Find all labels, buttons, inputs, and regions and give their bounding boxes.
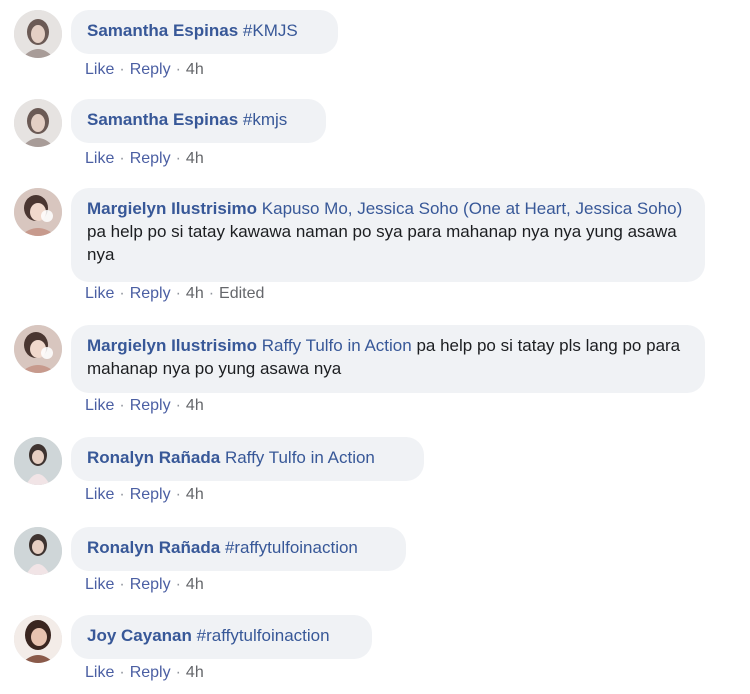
like-button[interactable]: Like [85,397,114,414]
comment-mention[interactable]: #KMJS [243,21,298,40]
edited-label[interactable]: Edited [219,285,264,302]
comment-author[interactable]: Joy Cayanan [87,626,192,645]
avatar[interactable] [14,615,62,663]
like-button[interactable]: Like [85,576,114,593]
comment-timestamp[interactable]: 4h [186,150,204,167]
like-button[interactable]: Like [85,486,114,503]
comment-timestamp[interactable]: 4h [186,486,204,503]
avatar[interactable] [14,99,62,147]
comment-timestamp[interactable]: 4h [186,285,204,302]
comment-bubble: Ronalyn Rañada #raffytulfoinaction [71,527,406,571]
like-button[interactable]: Like [85,285,114,302]
like-button[interactable]: Like [85,664,114,681]
reply-button[interactable]: Reply [130,486,171,503]
comment-mention[interactable]: Raffy Tulfo in Action [262,336,412,355]
comment-mention[interactable]: #kmjs [243,110,287,129]
comment-actions: Like · Reply · 4h [85,150,204,167]
comment-bubble: Samantha Espinas #KMJS [71,10,338,54]
reply-button[interactable]: Reply [130,397,171,414]
avatar[interactable] [14,437,62,485]
avatar-photo-icon [14,615,62,663]
comment-text: pa help po si tatay kawawa naman po sya … [87,222,677,264]
comment-mention[interactable]: #raffytulfoinaction [225,538,358,557]
reply-button[interactable]: Reply [130,664,171,681]
avatar[interactable] [14,527,62,575]
comment-timestamp[interactable]: 4h [186,576,204,593]
reply-button[interactable]: Reply [130,576,171,593]
avatar[interactable] [14,325,62,373]
like-button[interactable]: Like [85,61,114,78]
comment-author[interactable]: Margielyn Ilustrisimo [87,199,257,218]
comment-actions: Like · Reply · 4h [85,397,204,414]
comment-timestamp[interactable]: 4h [186,61,204,78]
avatar-photo-icon [14,99,62,147]
comment-bubble: Ronalyn Rañada Raffy Tulfo in Action [71,437,424,481]
comment-actions: Like · Reply · 4h [85,664,204,681]
comment-author[interactable]: Ronalyn Rañada [87,538,220,557]
comment-list: Samantha Espinas #KMJS Like · Reply · 4h Sam… [0,0,750,694]
comment-timestamp[interactable]: 4h [186,664,204,681]
comment-actions: Like · Reply · 4h · Edited [85,285,265,302]
comment-actions: Like · Reply · 4h [85,486,204,503]
reply-button[interactable]: Reply [130,150,171,167]
avatar[interactable] [14,188,62,236]
comment-author[interactable]: Margielyn Ilustrisimo [87,336,257,355]
comment-bubble: Margielyn Ilustrisimo Raffy Tulfo in Act… [71,325,705,393]
avatar-photo-icon [14,437,62,485]
avatar-photo-icon [14,188,62,236]
avatar-photo-icon [14,325,62,373]
comment-author[interactable]: Ronalyn Rañada [87,448,220,467]
comment-mention[interactable]: Kapuso Mo, Jessica Soho (One at Heart, J… [262,199,682,218]
comment-author[interactable]: Samantha Espinas [87,21,238,40]
comment-bubble: Margielyn Ilustrisimo Kapuso Mo, Jessica… [71,188,705,282]
comment-actions: Like · Reply · 4h [85,61,204,78]
comment-timestamp[interactable]: 4h [186,397,204,414]
reply-button[interactable]: Reply [130,285,171,302]
comment-bubble: Joy Cayanan #raffytulfoinaction [71,615,372,659]
reply-button[interactable]: Reply [130,61,171,78]
like-button[interactable]: Like [85,150,114,167]
comment-mention[interactable]: #raffytulfoinaction [197,626,330,645]
comment-mention[interactable]: Raffy Tulfo in Action [225,448,375,467]
comment-actions: Like · Reply · 4h [85,576,204,593]
avatar[interactable] [14,10,62,58]
avatar-photo-icon [14,10,62,58]
comment-author[interactable]: Samantha Espinas [87,110,238,129]
comment-bubble: Samantha Espinas #kmjs [71,99,326,143]
avatar-photo-icon [14,527,62,575]
